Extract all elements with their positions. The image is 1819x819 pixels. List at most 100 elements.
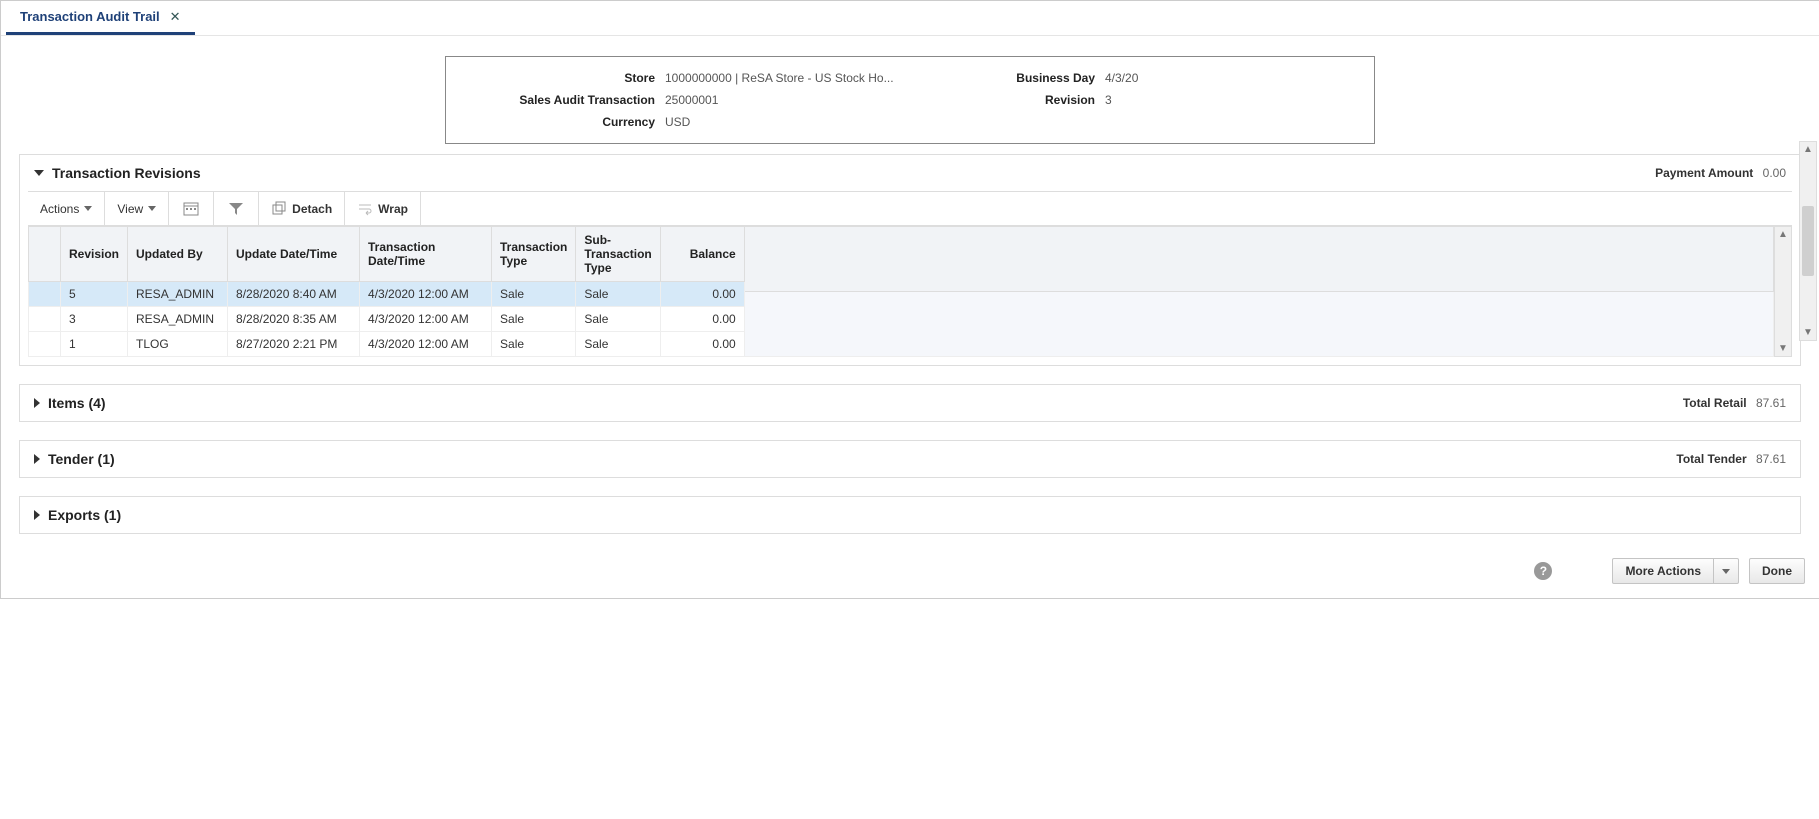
exports-panel: Exports (1)	[19, 496, 1801, 534]
chevron-down-icon	[148, 206, 156, 211]
wrap-icon	[357, 201, 373, 217]
sat-value: 25000001	[665, 89, 925, 111]
cell: 0.00	[660, 282, 744, 307]
currency-label: Currency	[460, 111, 665, 133]
business-day-value: 4/3/20	[1105, 67, 1225, 89]
cell: 4/3/2020 12:00 AM	[360, 282, 492, 307]
wrap-button[interactable]: Wrap	[345, 192, 421, 225]
done-label: Done	[1762, 564, 1792, 578]
revision-label: Revision	[925, 89, 1105, 111]
detach-label: Detach	[292, 202, 332, 216]
business-day-label: Business Day	[925, 67, 1105, 89]
transaction-revisions-title: Transaction Revisions	[52, 165, 201, 181]
page-root: Transaction Audit Trail ✕ Store 10000000…	[0, 0, 1819, 599]
col-balance[interactable]: Balance	[660, 227, 744, 282]
currency-value: USD	[665, 111, 925, 133]
tab-bar: Transaction Audit Trail ✕	[1, 1, 1819, 36]
tender-panel: Tender (1) Total Tender 87.61	[19, 440, 1801, 478]
table-row[interactable]: 1TLOG8/27/2020 2:21 PM4/3/2020 12:00 AMS…	[29, 332, 745, 357]
col-sub-transaction-type[interactable]: Sub-Transaction Type	[576, 227, 660, 282]
payment-amount-value: 0.00	[1763, 166, 1786, 180]
cell: 4/3/2020 12:00 AM	[360, 307, 492, 332]
cell: Sale	[576, 332, 660, 357]
more-actions-label: More Actions	[1625, 564, 1701, 578]
more-actions-dropdown[interactable]	[1714, 558, 1739, 584]
tender-title: Tender (1)	[48, 451, 115, 467]
cell: Sale	[576, 282, 660, 307]
exports-title: Exports (1)	[48, 507, 121, 523]
store-value: 1000000000 | ReSA Store - US Stock Ho...	[665, 67, 925, 89]
scroll-down-icon[interactable]: ▼	[1778, 343, 1788, 354]
page-scrollbar[interactable]: ▲ ▼	[1799, 141, 1817, 341]
view-label: View	[117, 202, 143, 216]
calendar-button[interactable]	[169, 192, 214, 225]
table-row[interactable]: 5RESA_ADMIN8/28/2020 8:40 AM4/3/2020 12:…	[29, 282, 745, 307]
cell: Sale	[576, 307, 660, 332]
chevron-right-icon	[34, 454, 40, 464]
cell	[29, 307, 61, 332]
detach-icon	[271, 201, 287, 217]
chevron-down-icon	[84, 206, 92, 211]
col-update-datetime[interactable]: Update Date/Time	[228, 227, 360, 282]
cell: 0.00	[660, 307, 744, 332]
cell: 5	[61, 282, 128, 307]
tab-label: Transaction Audit Trail	[20, 9, 160, 24]
table-row[interactable]: 3RESA_ADMIN8/28/2020 8:35 AM4/3/2020 12:…	[29, 307, 745, 332]
more-actions-button[interactable]: More Actions	[1612, 558, 1714, 584]
scroll-up-icon[interactable]: ▲	[1803, 144, 1813, 155]
col-transaction-type[interactable]: Transaction Type	[492, 227, 576, 282]
revisions-table: Revision Updated By Update Date/Time Tra…	[28, 226, 745, 357]
scroll-down-icon[interactable]: ▼	[1803, 327, 1813, 338]
cell: 0.00	[660, 332, 744, 357]
total-tender-label: Total Tender	[1676, 452, 1746, 466]
items-title: Items (4)	[48, 395, 106, 411]
col-revision[interactable]: Revision	[61, 227, 128, 282]
col-handle	[29, 227, 61, 282]
table-scrollbar[interactable]: ▲ ▼	[1774, 226, 1792, 357]
cell: Sale	[492, 307, 576, 332]
wrap-label: Wrap	[378, 202, 408, 216]
total-tender: Total Tender 87.61	[1676, 452, 1786, 466]
total-retail: Total Retail 87.61	[1683, 396, 1786, 410]
revision-value: 3	[1105, 89, 1225, 111]
col-transaction-datetime[interactable]: Transaction Date/Time	[360, 227, 492, 282]
total-tender-value: 87.61	[1756, 452, 1786, 466]
payment-amount-label: Payment Amount	[1655, 166, 1753, 180]
cell: Sale	[492, 282, 576, 307]
done-button[interactable]: Done	[1749, 558, 1805, 584]
close-tab-icon[interactable]: ✕	[170, 9, 181, 25]
view-menu[interactable]: View	[105, 192, 169, 225]
scroll-up-icon[interactable]: ▲	[1778, 229, 1788, 240]
table-body-spacer	[745, 292, 1774, 357]
sat-label: Sales Audit Transaction	[460, 89, 665, 111]
detach-button[interactable]: Detach	[259, 192, 345, 225]
summary-box: Store 1000000000 | ReSA Store - US Stock…	[445, 56, 1375, 144]
chevron-down-icon	[1722, 569, 1730, 574]
cell: 8/28/2020 8:40 AM	[228, 282, 360, 307]
exports-header[interactable]: Exports (1)	[20, 497, 1800, 533]
tender-header[interactable]: Tender (1) Total Tender 87.61	[20, 441, 1800, 477]
cell: RESA_ADMIN	[128, 282, 228, 307]
cell: 8/27/2020 2:21 PM	[228, 332, 360, 357]
tab-transaction-audit-trail[interactable]: Transaction Audit Trail ✕	[6, 1, 195, 35]
items-header[interactable]: Items (4) Total Retail 87.61	[20, 385, 1800, 421]
filter-icon	[228, 201, 244, 217]
chevron-right-icon	[34, 398, 40, 408]
transaction-revisions-panel: Transaction Revisions Payment Amount 0.0…	[19, 154, 1801, 366]
cell	[29, 282, 61, 307]
chevron-right-icon	[34, 510, 40, 520]
scrollbar-thumb[interactable]	[1802, 206, 1814, 276]
cell: RESA_ADMIN	[128, 307, 228, 332]
revisions-table-wrap: Revision Updated By Update Date/Time Tra…	[28, 226, 1792, 357]
col-updated-by[interactable]: Updated By	[128, 227, 228, 282]
actions-menu[interactable]: Actions	[28, 192, 105, 225]
items-panel: Items (4) Total Retail 87.61	[19, 384, 1801, 422]
cell: 3	[61, 307, 128, 332]
filter-button[interactable]	[214, 192, 259, 225]
cell: 8/28/2020 8:35 AM	[228, 307, 360, 332]
main-area: Store 1000000000 | ReSA Store - US Stock…	[1, 36, 1819, 534]
table-header-spacer	[745, 226, 1774, 292]
help-icon[interactable]: ?	[1534, 562, 1552, 580]
store-label: Store	[460, 67, 665, 89]
transaction-revisions-header[interactable]: Transaction Revisions Payment Amount 0.0…	[20, 155, 1800, 191]
